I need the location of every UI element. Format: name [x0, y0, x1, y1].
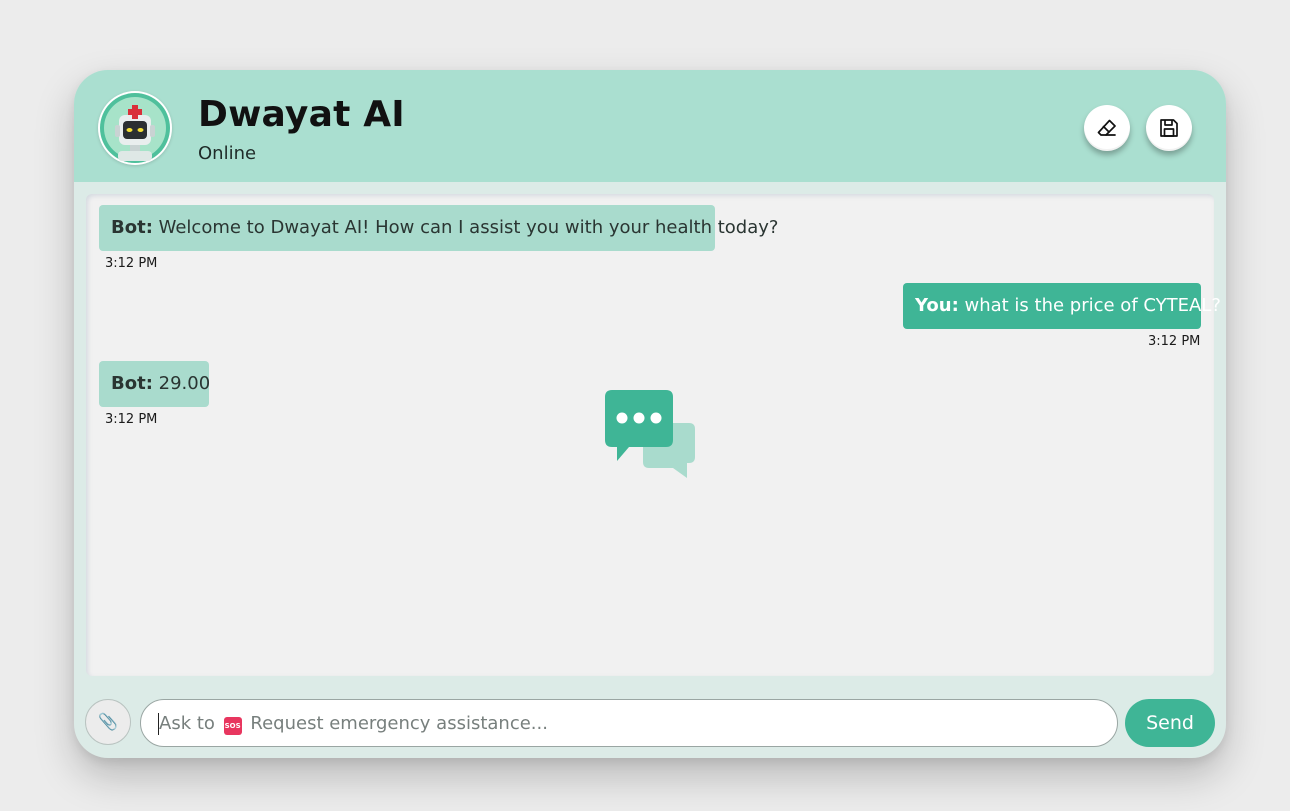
message-timestamp: 3:12 PM: [105, 412, 158, 427]
message-text: 29.00: [152, 373, 211, 394]
composer-bar: 📎 Ask to SOS Request emergency assistanc…: [74, 688, 1226, 758]
robot-doctor-icon: [98, 91, 172, 165]
clear-chat-button[interactable]: [1084, 105, 1130, 151]
paperclip-icon: 📎: [98, 712, 118, 731]
sos-icon: SOS: [223, 717, 242, 735]
chat-window: Dwayat AI Online Bot: Welcome to Dwayat …: [74, 70, 1226, 758]
bot-message: Bot: 29.00: [99, 361, 211, 407]
chat-bubbles-icon: [605, 390, 695, 478]
page-title: Dwayat AI: [198, 94, 405, 135]
sender-label: Bot:: [111, 217, 153, 238]
message-list: Bot: Welcome to Dwayat AI! How can I ass…: [86, 194, 1221, 676]
user-message: You: what is the price of CYTEAL?: [903, 283, 1221, 329]
message-input[interactable]: Ask to SOS Request emergency assistance.…: [140, 699, 1118, 747]
message-text: what is the price of CYTEAL?: [958, 295, 1221, 316]
online-status: Online: [198, 143, 257, 164]
chat-header: Dwayat AI Online: [74, 70, 1226, 182]
save-chat-button[interactable]: [1146, 105, 1192, 151]
placeholder-suffix: Request emergency assistance...: [250, 713, 548, 734]
floppy-disk-icon: [1160, 119, 1178, 137]
attach-button[interactable]: 📎: [85, 699, 131, 745]
message-timestamp: 3:12 PM: [1148, 334, 1201, 349]
eraser-icon: [1097, 119, 1116, 136]
placeholder-prefix: Ask to: [159, 713, 215, 734]
message-text: Welcome to Dwayat AI! How can I assist y…: [152, 217, 779, 238]
input-placeholder: Ask to SOS Request emergency assistance.…: [159, 700, 548, 748]
message-timestamp: 3:12 PM: [105, 256, 158, 271]
bot-message: Bot: Welcome to Dwayat AI! How can I ass…: [99, 205, 778, 251]
send-button[interactable]: Send: [1125, 699, 1215, 747]
sender-label: You:: [915, 295, 959, 316]
sender-label: Bot:: [111, 373, 153, 394]
